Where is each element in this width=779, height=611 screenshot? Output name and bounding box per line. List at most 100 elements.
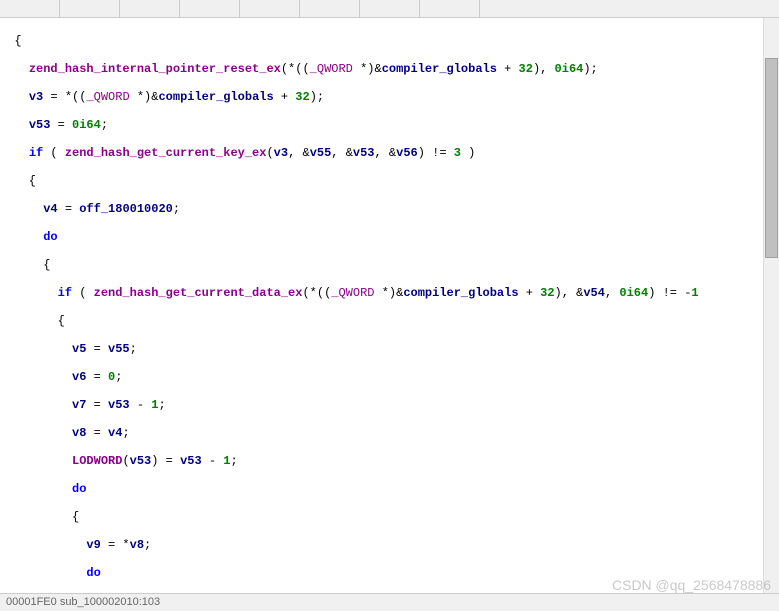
local-var: v4 [108,426,122,440]
toolbar-tab[interactable] [60,0,120,17]
keyword-do: do [86,566,100,580]
func-call: zend_hash_get_current_key_ex [65,146,267,160]
local-var: v5 [72,342,86,356]
op: = *(( [43,90,86,104]
indent [0,482,72,496]
op: - [130,398,152,412]
semi: ; [115,370,122,384]
indent [0,118,29,132]
op: ) != [418,146,454,160]
op: = [86,370,108,384]
global-var: compiler_globals [382,62,497,76]
op: = [50,118,72,132]
indent [0,230,43,244]
indent [0,370,72,384]
brace: { [0,314,65,328]
number: 0i64 [619,286,648,300]
paren: ( [266,146,273,160]
semi: ; [101,118,108,132]
toolbar-tab[interactable] [300,0,360,17]
local-var: v8 [130,538,144,552]
local-var: v53 [353,146,375,160]
number: 0i64 [72,118,101,132]
local-var: v53 [29,118,51,132]
local-var: v3 [274,146,288,160]
toolbar-tab[interactable] [180,0,240,17]
op: ) != - [648,286,691,300]
local-var: v4 [43,202,57,216]
number: 32 [540,286,554,300]
indent [0,398,72,412]
op: = * [101,538,130,552]
op: = [86,426,108,440]
toolbar [0,0,779,18]
indent [0,62,29,76]
func-call: LODWORD [72,454,122,468]
op: = [86,398,108,412]
paren: ( [72,286,94,300]
keyword-if: if [58,286,72,300]
op: *)& [130,90,159,104]
paren: (*(( [281,62,310,76]
op: = [86,342,108,356]
paren: (*(( [302,286,331,300]
local-var: v53 [130,454,152,468]
indent [0,538,86,552]
keyword-do: do [43,230,57,244]
local-var: v9 [86,538,100,552]
local-var: v6 [72,370,86,384]
func-call: zend_hash_get_current_data_ex [94,286,303,300]
global-var: off_180010020 [79,202,173,216]
local-var: v55 [310,146,332,160]
brace: { [0,34,22,48]
indent [0,202,43,216]
type: _QWORD [86,90,129,104]
local-var: v54 [583,286,605,300]
toolbar-tab[interactable] [420,0,480,17]
local-var: v7 [72,398,86,412]
local-var: v53 [180,454,202,468]
semi: ); [310,90,324,104]
semi: ; [158,398,165,412]
indent [0,426,72,440]
indent [0,342,72,356]
brace: { [0,510,79,524]
brace: { [0,174,36,188]
paren: ) [461,146,475,160]
number: 32 [519,62,533,76]
number: 3 [454,146,461,160]
local-var: v53 [108,398,130,412]
status-bar: 00001FE0 sub_100002010:103 [0,593,779,611]
code-view[interactable]: { zend_hash_internal_pointer_reset_ex(*(… [0,18,779,593]
op: = [58,202,80,216]
op: ), & [555,286,584,300]
indent [0,566,86,580]
semi: ; [173,202,180,216]
type: _QWORD [331,286,374,300]
op: - [202,454,224,468]
toolbar-tab[interactable] [120,0,180,17]
global-var: compiler_globals [403,286,518,300]
scroll-thumb[interactable] [765,58,778,258]
semi: ); [583,62,597,76]
op: + [274,90,296,104]
local-var: v56 [396,146,418,160]
local-var: v3 [29,90,43,104]
op: + [497,62,519,76]
vertical-scrollbar[interactable] [763,18,779,593]
op: + [519,286,541,300]
toolbar-tab[interactable] [0,0,60,17]
indent [0,146,29,160]
op: ) = [151,454,180,468]
indent [0,286,58,300]
indent [0,454,72,468]
number: 0i64 [555,62,584,76]
toolbar-tab[interactable] [360,0,420,17]
op: , & [375,146,397,160]
brace: { [0,258,50,272]
local-var: v55 [108,342,130,356]
toolbar-tab[interactable] [240,0,300,17]
semi: ; [122,426,129,440]
local-var: v8 [72,426,86,440]
func-call: zend_hash_internal_pointer_reset_ex [29,62,281,76]
